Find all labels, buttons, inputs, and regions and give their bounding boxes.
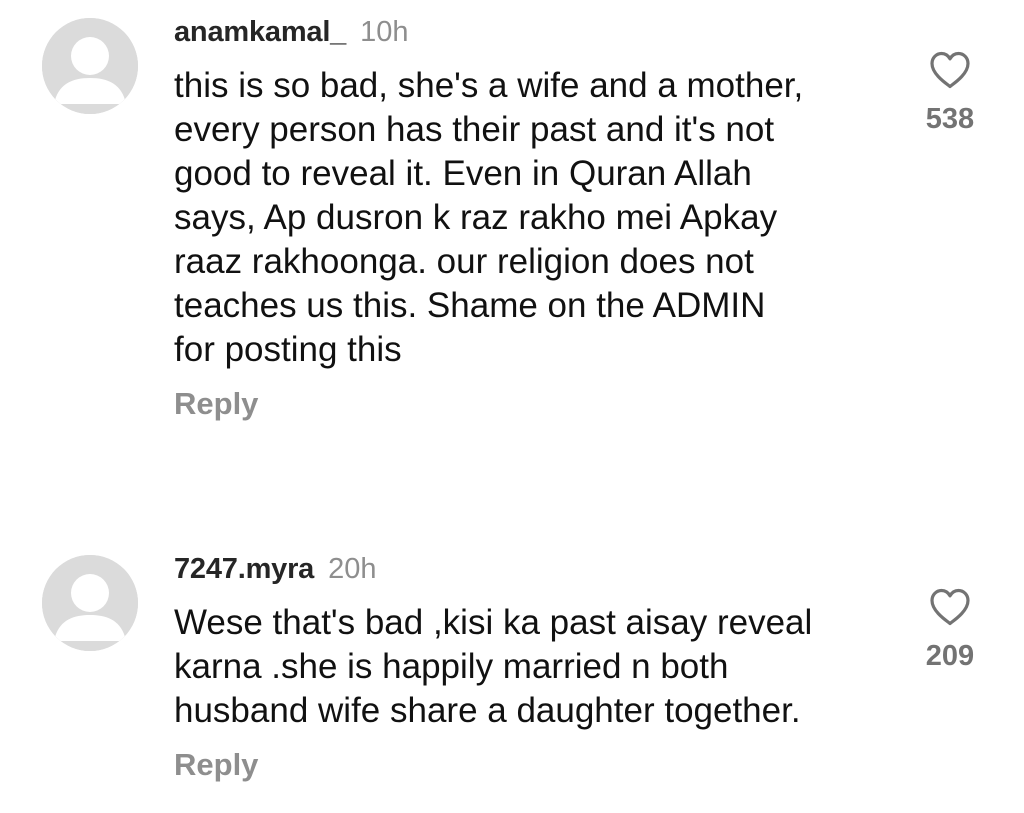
comment-meta: 7247.myra 20h (174, 551, 874, 587)
avatar[interactable] (42, 555, 138, 651)
comment-timestamp: 10h (360, 15, 409, 48)
comment-meta: anamkamal_ 10h (174, 14, 874, 50)
comment-text: this is so bad, she's a wife and a mothe… (174, 66, 804, 369)
comment-timestamp: 20h (328, 552, 377, 585)
like-section: 538 (912, 50, 988, 136)
comment-username[interactable]: anamkamal_ (174, 16, 346, 49)
comment-body: anamkamal_ 10h this is so bad, she's a w… (174, 14, 874, 422)
default-avatar-icon (42, 555, 138, 651)
comment-body: 7247.myra 20h Wese that's bad ,kisi ka p… (174, 551, 874, 783)
like-count: 538 (925, 103, 975, 135)
like-count: 209 (925, 640, 975, 672)
heart-outline-icon[interactable] (928, 50, 972, 90)
like-section: 209 (912, 587, 988, 673)
avatar[interactable] (42, 18, 138, 114)
default-avatar-icon (42, 18, 138, 114)
heart-outline-icon[interactable] (928, 587, 972, 627)
reply-button[interactable]: Reply (174, 386, 874, 422)
comment-username[interactable]: 7247.myra (174, 553, 314, 586)
comment-text: Wese that's bad ,kisi ka past aisay reve… (174, 603, 813, 730)
reply-button[interactable]: Reply (174, 747, 874, 783)
